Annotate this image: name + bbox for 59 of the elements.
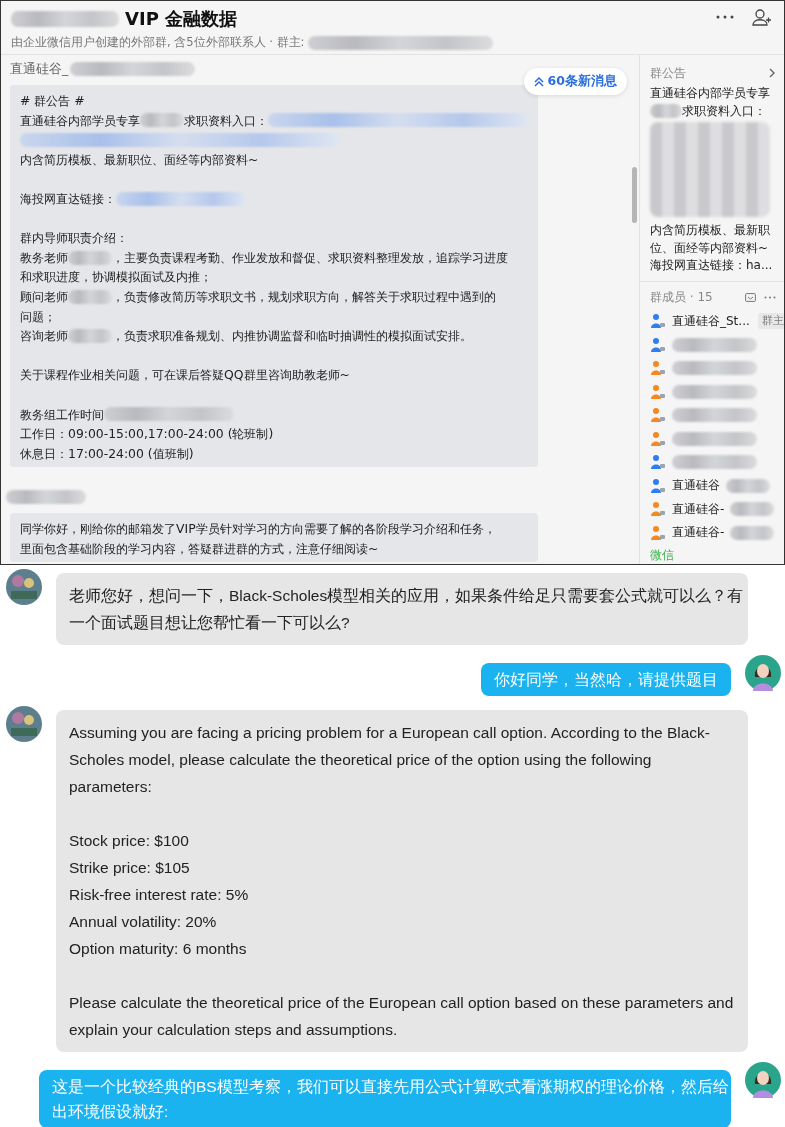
blurred-text [68, 328, 112, 343]
announcement-text: 内含简历模板、最新职位、面经等内部资料~ [650, 222, 771, 257]
announcement-text: 关于课程作业相关问题，可在课后答疑QQ群里咨询助教老师~ [20, 366, 350, 385]
group-title: VIP 金融数据 [125, 7, 238, 31]
announcement-text: 内含简历模板、最新职位、面经等内部资料~ [20, 150, 259, 169]
announcement-text: 和求职进度，协调模拟面试及内推； [20, 268, 212, 287]
blurred-text [730, 502, 775, 517]
source-label: 微信 [650, 546, 675, 564]
new-messages-button[interactable]: 60条新消息 [523, 68, 627, 95]
member-name[interactable]: 直通硅谷- [672, 500, 725, 518]
announcement-text: 顾问老师 [20, 287, 68, 306]
avatar-icon [6, 706, 42, 742]
message-bubble: 老师您好，想问一下，Black-Scholes模型相关的应用，如果条件给足只需要套公式就可以么？有 一个面试题目想让您帮忙看一下可以么? [56, 573, 748, 645]
announcement-text: 求职资料入口： [682, 102, 766, 120]
blurred-text [140, 113, 184, 128]
message-bubble: 你好同学，当然哈，请提供题目 [481, 663, 731, 696]
announcement-text: 群内导师职责介绍： [20, 229, 128, 248]
more-icon[interactable] [716, 15, 734, 19]
announcement-text: 问题； [20, 307, 56, 326]
avatar-icon [6, 569, 42, 605]
mail-icon[interactable] [745, 293, 756, 302]
group-subtitle: 由企业微信用户创建的外部群, 含5位外部联系人 · 群主: [11, 35, 305, 50]
announcement-text: 教务老师 [20, 248, 68, 267]
announcement-text: 同学你好，刚给你的邮箱发了VIP学员针对学习的方向需要了解的各阶段学习介绍和任务， [20, 520, 496, 539]
announcement-text: 海投网直达链接：ha... [650, 257, 774, 274]
blurred-text [68, 250, 112, 265]
announcement-text: ，负责求职准备规划、内推协调监督和临时抽调性的模拟面试安排。 [112, 327, 472, 346]
owner-badge: 群主 [757, 313, 784, 330]
sender-name: 直通硅谷_ [10, 60, 69, 78]
scrollbar[interactable] [632, 167, 637, 223]
chevrons-up-icon [533, 76, 544, 87]
announcement-text: 直通硅谷内部学员专享 [20, 111, 140, 130]
announcement-text: 教务组工作时间 [20, 405, 104, 424]
chevron-right-icon[interactable] [769, 68, 776, 78]
announcement-text: 海投网直达链接： [20, 189, 116, 208]
announcement-text: 工作日：09:00-15:00,17:00-24:00 (轮班制) [20, 425, 274, 444]
announcement-text: ，主要负责课程考勤、作业发放和督促、求职资料整理发放，追踪学习进度 [112, 248, 508, 267]
blurred-text [68, 289, 112, 304]
avatar-icon [745, 1062, 781, 1098]
announcement-text: 休息日：17:00-24:00 (值班制) [20, 444, 194, 463]
avatar-icon [745, 655, 781, 691]
section-title: 群成员 · 15 [650, 289, 713, 306]
add-member-icon[interactable] [752, 8, 772, 26]
message-bubble: 这是一个比较经典的BS模型考察，我们可以直接先用公式计算欧式看涨期权的理论价格，然后给 出环境假设就好: [39, 1070, 731, 1127]
announcement-text: 咨询老师 [20, 327, 68, 346]
member-name[interactable]: 直通硅谷- [672, 524, 725, 542]
announcement-text: 直通硅谷内部学员专享 [650, 85, 771, 102]
announcement-text: # 群公告 # [20, 92, 85, 110]
announcement-text: ，负责修改简历等求职文书，规划求职方向，解答关于求职过程中遇到的 [112, 287, 496, 306]
announcement-text: 里面包含基础阶段的学习内容，答疑群进群的方式，注意仔细阅读~ [20, 539, 379, 558]
section-title: 群公告 [650, 64, 686, 82]
announcement-text: 求职资料入口： [184, 111, 268, 130]
message-bubble: Assuming you are facing a pricing problem for a European call option. According to the Black-Scholes model, please calculate the theoretical price of the option using the following parameters: Stock price: $100 Strike price: $105 Risk-free interest rate: 5% Annual volatility: 20% Option maturity: 6 months Please calculate the theoretical price of the European call option based on these parameters and explain your calculation steps and assumptions. [56, 710, 748, 1052]
blurred-text [650, 104, 682, 119]
blurred-text [726, 478, 770, 493]
blurred-text [730, 525, 775, 540]
member-name[interactable]: 直通硅谷_St... [672, 312, 750, 330]
member-name[interactable]: 直通硅谷 [672, 477, 720, 495]
more-icon[interactable] [764, 296, 776, 299]
